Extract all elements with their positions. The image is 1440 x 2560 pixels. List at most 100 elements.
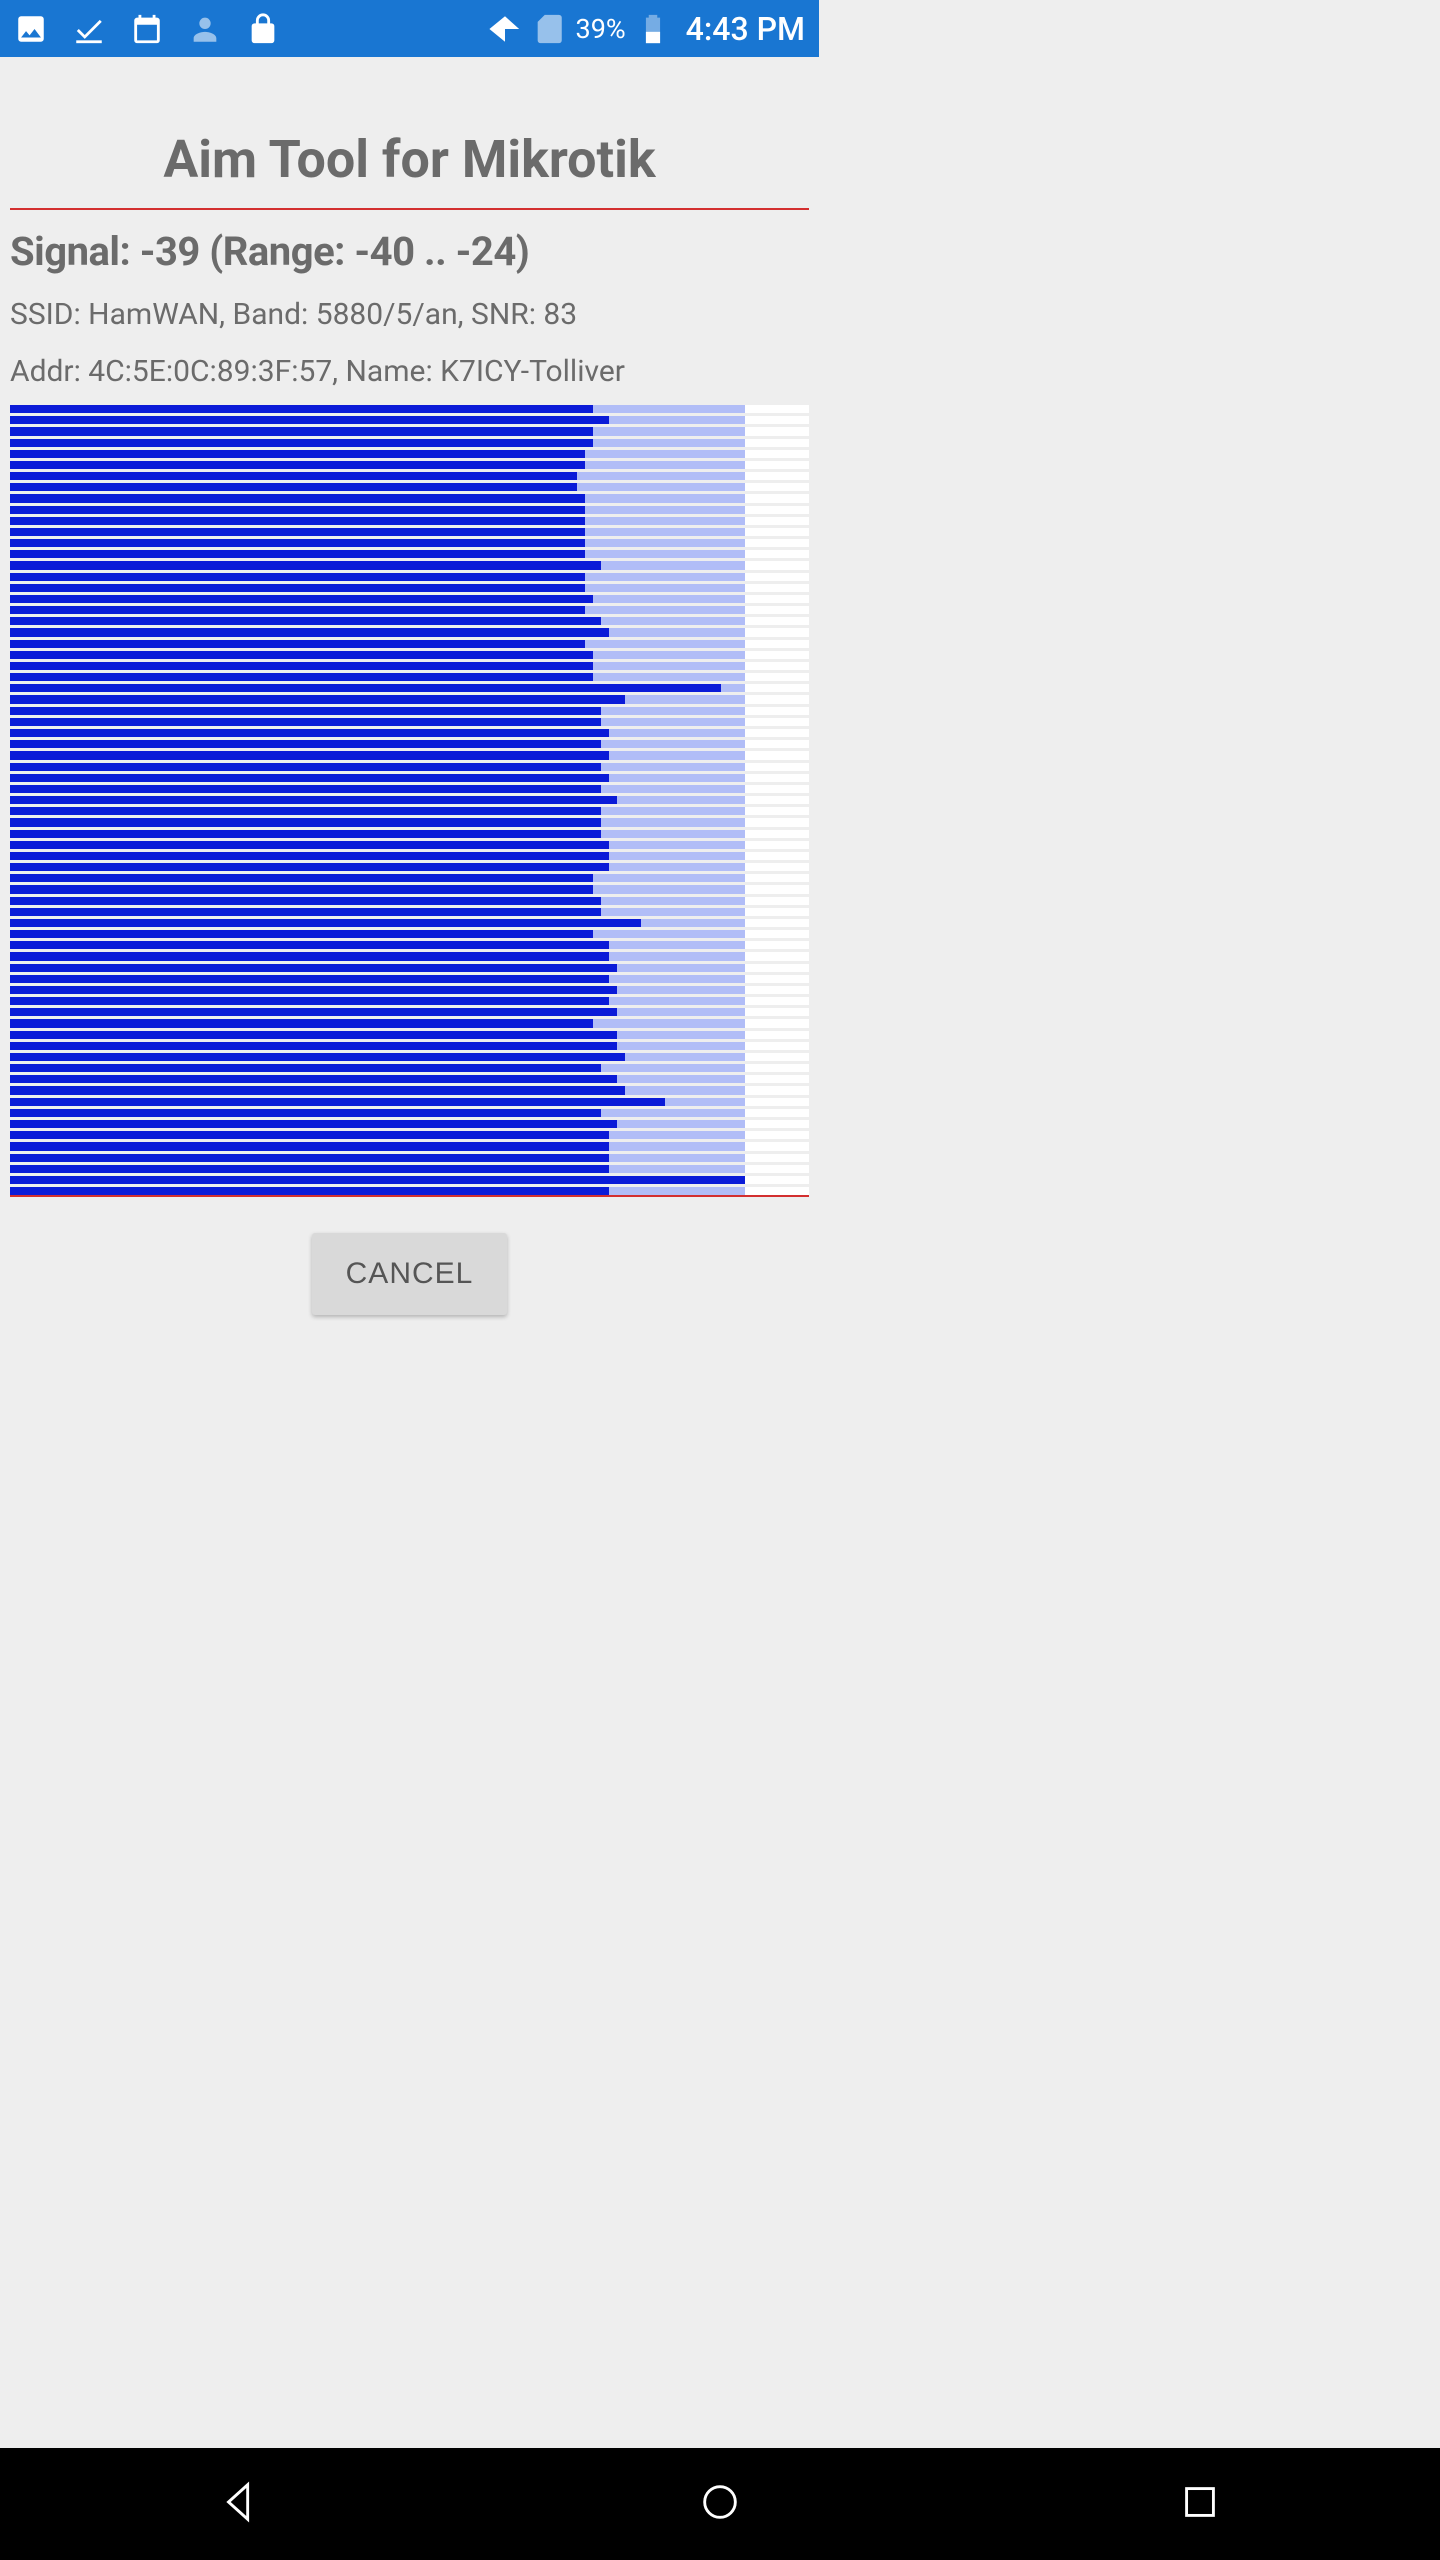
- chart-bar-signal: [10, 796, 617, 804]
- chart-bar-signal: [10, 885, 593, 893]
- chart-bar-snr: [601, 617, 745, 625]
- chart-bar-signal: [10, 718, 601, 726]
- chart-bar-snr: [601, 908, 745, 916]
- chart-row: [10, 539, 809, 547]
- chart-bar-snr: [617, 964, 745, 972]
- chart-bar-snr: [585, 584, 745, 592]
- chart-row: [10, 561, 809, 569]
- chart-row: [10, 528, 809, 536]
- chart-row: [10, 1086, 809, 1094]
- chart-bar-signal: [10, 628, 609, 636]
- chart-bar-signal: [10, 506, 585, 514]
- chart-bar-signal: [10, 461, 585, 469]
- chart-bar-snr: [609, 1165, 745, 1173]
- chart-row: [10, 684, 809, 692]
- chart-bar-signal: [10, 1187, 609, 1195]
- chart-row: [10, 751, 809, 759]
- chart-bar-signal: [10, 673, 593, 681]
- chart-bar-snr: [585, 539, 745, 547]
- chart-bar-signal: [10, 640, 585, 648]
- chart-bar-signal: [10, 550, 585, 558]
- nav-home-button[interactable]: [697, 2479, 743, 2529]
- chart-row: [10, 885, 809, 893]
- chart-bar-snr: [585, 461, 745, 469]
- chart-bar-snr: [617, 1042, 745, 1050]
- chart-bar-signal: [10, 897, 601, 905]
- chart-bar-snr: [585, 573, 745, 581]
- chart-bar-signal: [10, 1064, 601, 1072]
- chart-bar-signal: [10, 450, 585, 458]
- chart-bar-snr: [609, 952, 745, 960]
- chart-bar-signal: [10, 606, 585, 614]
- chart-bar-signal: [10, 830, 601, 838]
- chart-row: [10, 897, 809, 905]
- chart-bar-signal: [10, 707, 601, 715]
- chart-bar-snr: [625, 695, 745, 703]
- chart-row: [10, 617, 809, 625]
- chart-bar-snr: [593, 874, 745, 882]
- chart-row: [10, 1042, 809, 1050]
- chart-bar-signal: [10, 1154, 609, 1162]
- chart-bar-snr: [625, 1086, 745, 1094]
- chart-row: [10, 930, 809, 938]
- chart-bar-snr: [585, 450, 745, 458]
- chart-bar-snr: [609, 416, 745, 424]
- chart-row: [10, 506, 809, 514]
- chart-bar-snr: [585, 506, 745, 514]
- chart-row: [10, 1120, 809, 1128]
- android-nav-bar: [0, 2448, 1440, 2560]
- chart-row: [10, 964, 809, 972]
- chart-bar-signal: [10, 1075, 617, 1083]
- nav-back-button[interactable]: [217, 2479, 263, 2529]
- chart-row: [10, 573, 809, 581]
- chart-bar-snr: [617, 1075, 745, 1083]
- chart-bar-snr: [609, 628, 745, 636]
- chart-bar-signal: [10, 1008, 617, 1016]
- chart-bar-snr: [617, 796, 745, 804]
- chart-bar-snr: [601, 807, 745, 815]
- chart-bar-signal: [10, 695, 625, 703]
- chart-bar-snr: [601, 763, 745, 771]
- chart-bar-snr: [585, 528, 745, 536]
- chart-row: [10, 494, 809, 502]
- chart-row: [10, 908, 809, 916]
- calendar-icon: [130, 12, 164, 46]
- chart-bar-signal: [10, 774, 609, 782]
- chart-bar-snr: [601, 897, 745, 905]
- chart-row: [10, 1142, 809, 1150]
- chart-bar-snr: [609, 852, 745, 860]
- chart-row: [10, 483, 809, 491]
- chart-bar-snr: [609, 997, 745, 1005]
- clock: 4:43 PM: [686, 10, 805, 48]
- chart-row: [10, 651, 809, 659]
- chart-row: [10, 975, 809, 983]
- chart-bar-snr: [617, 1120, 745, 1128]
- chart-bar-snr: [593, 651, 745, 659]
- chart-bar-snr: [585, 550, 745, 558]
- chart-bar-snr: [577, 483, 745, 491]
- chart-row: [10, 673, 809, 681]
- chart-row: [10, 1176, 809, 1184]
- chart-bar-snr: [593, 1019, 745, 1027]
- chart-bar-signal: [10, 1019, 593, 1027]
- image-icon: [14, 12, 48, 46]
- nav-recent-button[interactable]: [1177, 2479, 1223, 2529]
- chart-bar-snr: [617, 1031, 745, 1039]
- chart-bar-snr: [609, 863, 745, 871]
- lock-icon: [246, 12, 280, 46]
- button-zone: CANCEL: [10, 1197, 809, 1315]
- chart-row: [10, 695, 809, 703]
- chart-row: [10, 919, 809, 927]
- chart-bar-signal: [10, 763, 601, 771]
- chart-bar-signal: [10, 740, 601, 748]
- chart-bar-snr: [609, 774, 745, 782]
- chart-row: [10, 1187, 809, 1195]
- cancel-button[interactable]: CANCEL: [312, 1233, 508, 1315]
- chart-bar-signal: [10, 1042, 617, 1050]
- chart-bar-signal: [10, 651, 593, 659]
- chart-bar-snr: [625, 1053, 745, 1061]
- chart-row: [10, 606, 809, 614]
- android-status-bar: 39% 4:43 PM: [0, 0, 819, 57]
- addr-line: Addr: 4C:5E:0C:89:3F:57, Name: K7ICY-Tol…: [10, 354, 809, 389]
- chart-row: [10, 1109, 809, 1117]
